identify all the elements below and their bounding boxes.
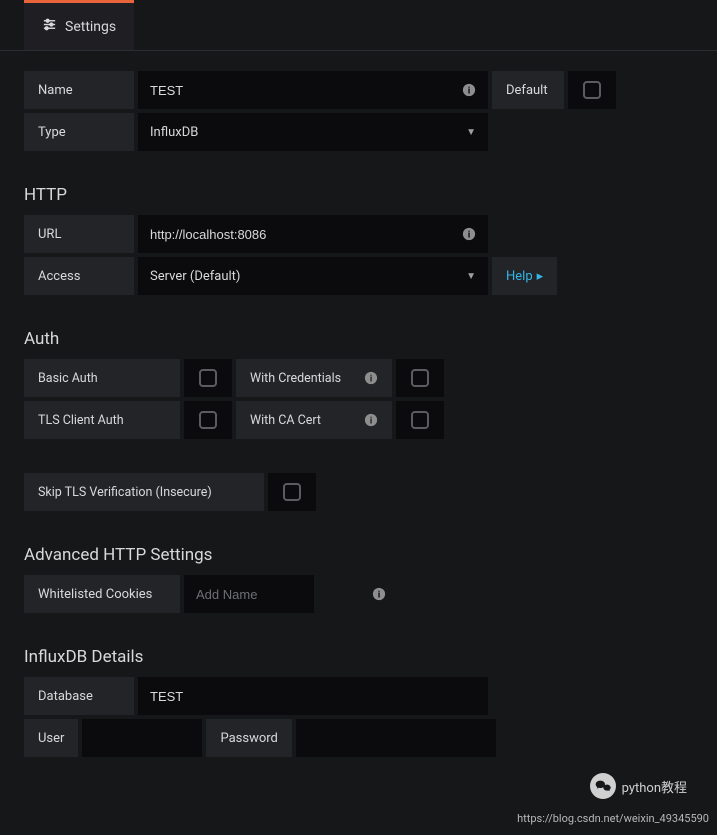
whitelisted-label: Whitelisted Cookies (24, 575, 180, 613)
addname-input[interactable] (196, 587, 372, 602)
tab-bar: Settings (0, 0, 717, 51)
default-label: Default (492, 71, 564, 109)
with-ca-cert-text: With CA Cert (250, 413, 321, 428)
chevron-down-icon: ▼ (466, 271, 476, 282)
addname-wrap: i (184, 575, 314, 613)
info-icon[interactable]: i (372, 587, 386, 601)
access-value: Server (Default) (150, 269, 240, 284)
type-value: InfluxDB (150, 125, 198, 140)
basic-auth-text: Basic Auth (38, 371, 98, 386)
tls-client-label: TLS Client Auth (24, 401, 180, 439)
password-label: Password (206, 719, 291, 757)
database-label: Database (24, 677, 134, 715)
tls-client-checkbox-cell (184, 401, 232, 439)
user-input-wrap (82, 719, 202, 757)
access-select[interactable]: Server (Default) ▼ (138, 257, 488, 295)
skip-tls-checkbox-cell (268, 473, 316, 511)
basic-auth-checkbox-cell (184, 359, 232, 397)
skip-tls-checkbox[interactable] (283, 483, 301, 501)
info-icon[interactable]: i (364, 371, 378, 385)
with-credentials-checkbox[interactable] (411, 369, 429, 387)
info-icon[interactable]: i (364, 413, 378, 427)
auth-heading: Auth (24, 329, 693, 349)
basic-auth-label: Basic Auth (24, 359, 180, 397)
name-label: Name (24, 71, 134, 109)
url-input[interactable] (150, 227, 462, 242)
tls-client-text: TLS Client Auth (38, 413, 124, 428)
info-icon[interactable]: i (462, 83, 476, 97)
help-label: Help (506, 269, 533, 284)
database-input-wrap (138, 677, 488, 715)
database-input[interactable] (150, 689, 476, 704)
svg-text:i: i (370, 416, 373, 427)
password-input[interactable] (308, 731, 484, 746)
basic-auth-checkbox[interactable] (199, 369, 217, 387)
svg-text:i: i (468, 230, 471, 241)
advanced-heading: Advanced HTTP Settings (24, 545, 693, 565)
user-label: User (24, 719, 78, 757)
svg-text:i: i (370, 374, 373, 385)
type-label: Type (24, 113, 134, 151)
name-input-wrap: i (138, 71, 488, 109)
access-label: Access (24, 257, 134, 295)
wechat-icon (590, 773, 616, 799)
url-input-wrap: i (138, 215, 488, 253)
chevron-down-icon: ▼ (466, 127, 476, 138)
skip-tls-label: Skip TLS Verification (Insecure) (24, 473, 264, 511)
with-credentials-text: With Credentials (250, 371, 341, 386)
tab-settings[interactable]: Settings (24, 0, 134, 50)
wechat-text: python教程 (622, 777, 687, 796)
help-button[interactable]: Help ▸ (492, 257, 557, 295)
svg-text:i: i (378, 590, 381, 601)
with-ca-cert-label: With CA Cert i (236, 401, 392, 439)
default-checkbox[interactable] (583, 81, 601, 99)
name-input[interactable] (150, 83, 462, 98)
watermark-url: https://blog.csdn.net/weixin_49345590 (517, 812, 709, 825)
with-credentials-label: With Credentials i (236, 359, 392, 397)
type-select[interactable]: InfluxDB ▼ (138, 113, 488, 151)
sliders-icon (42, 17, 57, 36)
wechat-brand: python教程 (590, 773, 687, 799)
url-label: URL (24, 215, 134, 253)
tls-client-checkbox[interactable] (199, 411, 217, 429)
with-ca-cert-checkbox-cell (396, 401, 444, 439)
with-ca-cert-checkbox[interactable] (411, 411, 429, 429)
influx-heading: InfluxDB Details (24, 647, 693, 667)
with-credentials-checkbox-cell (396, 359, 444, 397)
password-input-wrap (296, 719, 496, 757)
svg-text:i: i (468, 86, 471, 97)
tab-label: Settings (65, 19, 116, 35)
http-heading: HTTP (24, 185, 693, 205)
info-icon[interactable]: i (462, 227, 476, 241)
chevron-right-icon: ▸ (537, 269, 544, 284)
default-checkbox-cell (568, 71, 616, 109)
